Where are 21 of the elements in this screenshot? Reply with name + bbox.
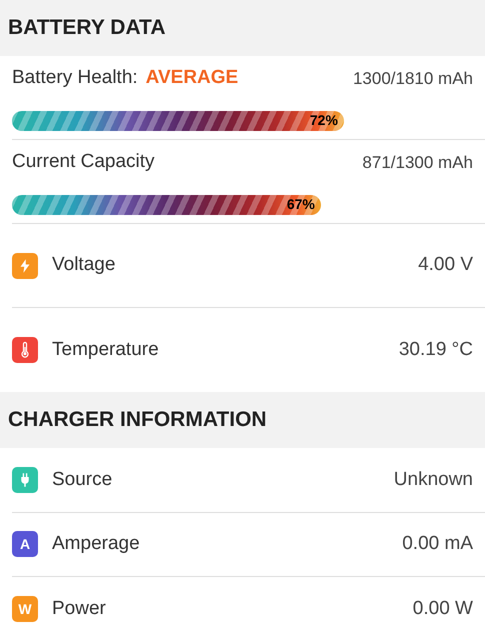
meter-value: 1300/1810 mAh [352, 68, 473, 90]
meter-value: 871/1300 mAh [362, 152, 473, 174]
stat-value: 30.19 °C [398, 338, 473, 362]
stat-value: 0.00 W [412, 597, 473, 621]
letter-icon: W [12, 596, 38, 622]
health-status: AVERAGE [146, 66, 238, 90]
section-header: CHARGER INFORMATION [8, 407, 267, 434]
stat-label: Voltage [52, 253, 116, 278]
progress-reading: 67% [286, 195, 315, 214]
stat-label: Source [52, 468, 114, 492]
stat-value: 0.00 mA [402, 532, 473, 556]
meter-label: Current Capacity [12, 150, 155, 174]
progress-reading: 72% [310, 111, 338, 130]
letter-icon: A [12, 531, 38, 558]
section-header: BATTERY DATA [8, 15, 166, 42]
meter-label: Battery Health: [12, 66, 138, 90]
stat-value: 4.00 V [418, 253, 473, 278]
stat-label: Amperage [52, 532, 141, 556]
stat-value: Unknown [394, 468, 473, 492]
stat-label: Power [52, 597, 107, 621]
stat-label: Temperature [52, 338, 160, 362]
